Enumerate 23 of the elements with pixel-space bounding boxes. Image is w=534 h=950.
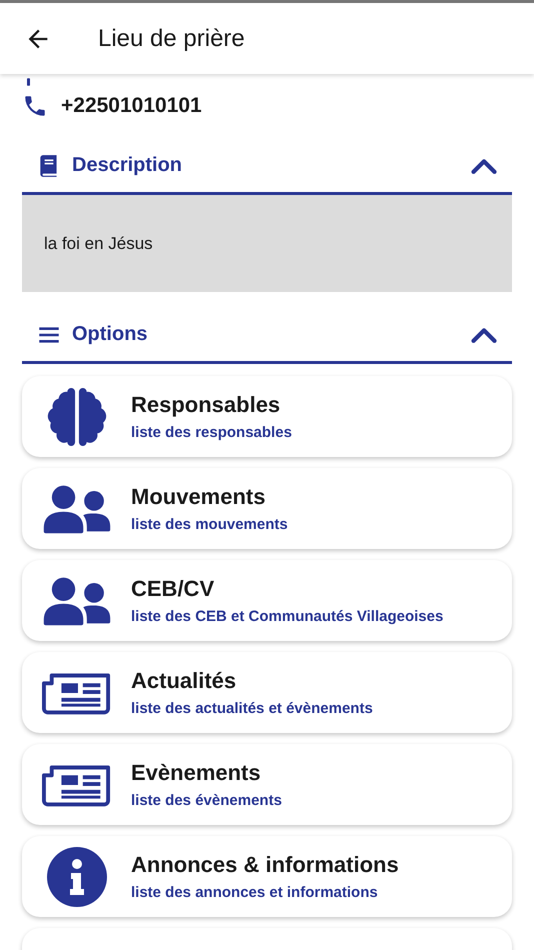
option-subtitle: liste des CEB et Communautés Villageoises: [131, 608, 444, 625]
option-title: Actualités: [131, 668, 238, 694]
option-subtitle: liste des actualités et évènements: [131, 700, 373, 717]
page-title: Lieu de prière: [98, 24, 245, 52]
info-icon: [46, 846, 106, 906]
description-text: la foi en Jésus: [44, 234, 153, 254]
option-card[interactable]: Mouvements liste des mouvements: [22, 468, 512, 549]
option-title: CEB/CV: [131, 576, 216, 602]
option-title: Annonces & informations: [131, 852, 399, 878]
option-card[interactable]: Evènements liste des évènements: [22, 744, 512, 825]
phone-number: +22501010101: [61, 94, 202, 118]
option-card[interactable]: CEB/CV liste des CEB et Communautés Villageoises: [22, 560, 512, 641]
option-title: Responsables: [131, 392, 282, 418]
option-card[interactable]: Annonces & informations liste des annonces et informations: [22, 836, 512, 917]
option-subtitle: liste des annonces et informations: [131, 884, 379, 901]
option-subtitle: liste des mouvements: [131, 516, 288, 533]
option-title: Evènements: [131, 760, 262, 786]
option-card[interactable]: Actualités liste des actualités et évènements: [22, 652, 512, 733]
option-card[interactable]: Responsables liste des responsables: [22, 376, 512, 457]
section-header[interactable]: Options: [22, 308, 512, 364]
option-subtitle: liste des responsables: [131, 424, 292, 441]
option-subtitle: liste des évènements: [131, 792, 282, 809]
option-title: Mouvements: [131, 484, 266, 510]
